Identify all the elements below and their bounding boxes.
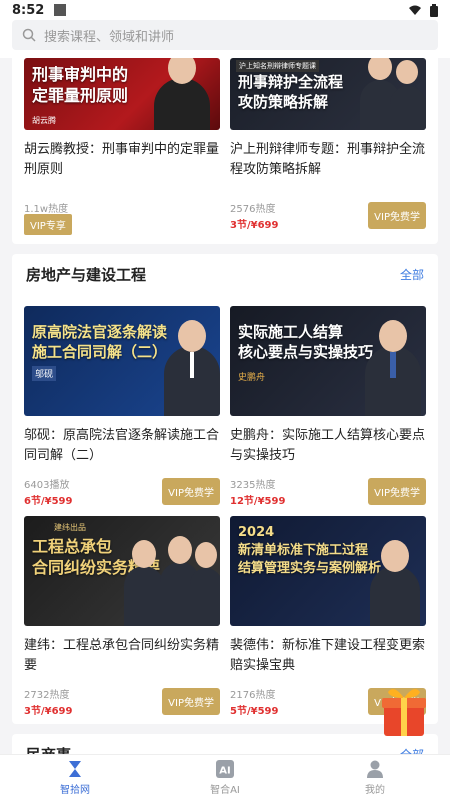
section-title: 房地产与建设工程 — [26, 265, 147, 284]
lecturer-photo — [370, 540, 420, 626]
course-thumbnail: 2024 新清单标准下施工过程 结算管理实务与案例解析 — [230, 516, 426, 626]
user-icon — [367, 760, 383, 778]
content-scroll[interactable]: 刑事审判中的 定罪量刑原则 胡云腾 胡云腾教授：刑事审判中的定罪量刑原则 1.1w… — [0, 58, 450, 754]
course-card[interactable]: 建纬出品 工程总承包 合同纠纷实务精要 建纬：工程总承包合同纠纷实务精要 2732… — [24, 516, 220, 717]
view-all-link[interactable]: 全部 — [400, 266, 424, 283]
course-title: 史鹏舟：实际施工人结算核心要点与实操技巧 — [230, 428, 426, 463]
thumbnail-text: 刑事辩护全流程 攻防策略拆解 — [238, 73, 344, 111]
lecturer-photo — [190, 542, 220, 626]
nav-mine[interactable]: 我的 — [300, 755, 450, 800]
section-title: 民商事 — [26, 744, 71, 755]
section-header: 房地产与建设工程 全部 — [26, 254, 424, 294]
course-title: 裴德伟：新标准下建设工程变更索赔实操宝典 — [230, 638, 426, 673]
nav-home[interactable]: 智拾网 — [0, 755, 150, 800]
hourglass-icon — [69, 761, 81, 777]
thumbnail-text: 刑事审判中的 定罪量刑原则 — [32, 65, 129, 105]
lecturer-photo — [154, 58, 210, 130]
lecturer-photo — [390, 60, 426, 130]
course-thumbnail: 原高院法官逐条解读 施工合同司解（二） 邬砚 — [24, 306, 220, 416]
course-card[interactable]: 原高院法官逐条解读 施工合同司解（二） 邬砚 邬砚：原高院法官逐条解读施工合同司解… — [24, 306, 220, 507]
course-title: 胡云腾教授：刑事审判中的定罪量刑原则 — [24, 142, 220, 177]
course-heat: 2176热度 — [230, 690, 276, 701]
course-price: 3节/¥699 — [230, 220, 279, 231]
course-heat: 2732热度 — [24, 690, 70, 701]
course-title: 邬砚：原高院法官逐条解读施工合同司解（二） — [24, 428, 220, 463]
search-bar: 搜索课程、领域和讲师 — [0, 20, 450, 58]
course-card[interactable]: 沪上知名刑辩律师专题课 刑事辩护全流程 攻防策略拆解 沪上刑辩律师专题：刑事辩护全… — [230, 58, 426, 231]
lecturer-photo — [124, 540, 164, 626]
gift-icon[interactable] — [380, 682, 428, 738]
course-thumbnail: 刑事审判中的 定罪量刑原则 胡云腾 — [24, 58, 220, 130]
course-price: 5节/¥599 — [230, 706, 279, 717]
lecturer-photo — [164, 320, 220, 416]
section-civil-commercial: 民商事 全部 — [12, 734, 438, 754]
course-heat: 6403播放 — [24, 480, 70, 491]
bottom-nav: 智拾网 AI 智合AI 我的 — [0, 754, 450, 800]
battery-icon — [430, 3, 438, 17]
ai-icon: AI — [216, 760, 234, 778]
top-course-block: 刑事审判中的 定罪量刑原则 胡云腾 胡云腾教授：刑事审判中的定罪量刑原则 1.1w… — [12, 58, 438, 244]
status-bar: 8:52 — [0, 0, 450, 20]
vip-free-button[interactable]: VIP免费学 — [368, 478, 426, 505]
vip-free-button[interactable]: VIP免费学 — [368, 202, 426, 229]
vip-free-button[interactable]: VIP免费学 — [162, 688, 220, 715]
notification-square-icon — [54, 4, 67, 16]
course-heat: 2576热度 — [230, 204, 276, 215]
course-heat: 3235热度 — [230, 480, 276, 491]
section-real-estate: 房地产与建设工程 全部 原高院法官逐条解读 施工合同司解（二） 邬砚 邬砚：原高院… — [12, 254, 438, 724]
vip-tag: VIP专享 — [24, 214, 72, 235]
nav-label: 我的 — [365, 785, 385, 796]
thumbnail-text: 原高院法官逐条解读 施工合同司解（二） — [32, 323, 168, 361]
search-input[interactable]: 搜索课程、领域和讲师 — [12, 20, 438, 50]
course-card[interactable]: 刑事审判中的 定罪量刑原则 胡云腾 胡云腾教授：刑事审判中的定罪量刑原则 1.1w… — [24, 58, 220, 235]
nav-label: 智合AI — [210, 785, 240, 796]
thumbnail-text: 2024 新清单标准下施工过程 结算管理实务与案例解析 — [238, 525, 382, 576]
course-thumbnail: 实际施工人结算 核心要点与实操技巧 史鹏舟 — [230, 306, 426, 416]
course-title: 建纬：工程总承包合同纠纷实务精要 — [24, 638, 220, 673]
nav-label: 智拾网 — [60, 785, 90, 796]
nav-ai[interactable]: AI 智合AI — [150, 755, 300, 800]
lecturer-photo — [365, 320, 421, 416]
status-time: 8:52 — [12, 2, 45, 18]
thumbnail-top-label: 建纬出品 — [54, 523, 86, 532]
status-icons — [408, 3, 438, 17]
course-title: 沪上刑辩律师专题：刑事辩护全流程攻防策略拆解 — [230, 142, 426, 177]
course-thumbnail: 建纬出品 工程总承包 合同纠纷实务精要 — [24, 516, 220, 626]
thumbnail-top-label: 沪上知名刑辩律师专题课 — [236, 60, 319, 72]
course-card[interactable]: 实际施工人结算 核心要点与实操技巧 史鹏舟 史鹏舟：实际施工人结算核心要点与实操技… — [230, 306, 426, 507]
course-card[interactable]: 2024 新清单标准下施工过程 结算管理实务与案例解析 裴德伟：新标准下建设工程变更… — [230, 516, 426, 717]
course-price: 12节/¥599 — [230, 496, 286, 507]
thumbnail-lecturer: 史鹏舟 — [238, 373, 266, 383]
thumbnail-lecturer: 胡云腾 — [32, 116, 56, 125]
course-thumbnail: 沪上知名刑辩律师专题课 刑事辩护全流程 攻防策略拆解 — [230, 58, 426, 130]
search-placeholder: 搜索课程、领域和讲师 — [44, 29, 175, 45]
wifi-icon — [409, 5, 421, 15]
course-price: 6节/¥599 — [24, 496, 73, 507]
section-header: 民商事 全部 — [26, 734, 424, 755]
svg-text:AI: AI — [219, 766, 230, 777]
view-all-link[interactable]: 全部 — [400, 746, 424, 755]
vip-free-button[interactable]: VIP免费学 — [162, 478, 220, 505]
course-price: 3节/¥699 — [24, 706, 73, 717]
course-heat: 1.1w热度 — [24, 204, 69, 215]
thumbnail-text: 实际施工人结算 核心要点与实操技巧 — [238, 323, 374, 361]
thumbnail-lecturer: 邬砚 — [32, 366, 57, 381]
search-icon — [22, 28, 36, 42]
